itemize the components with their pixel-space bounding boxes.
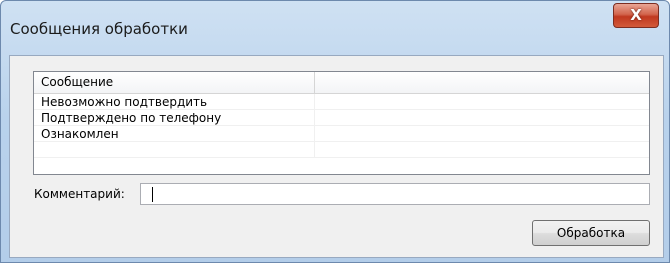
list-item[interactable]: Подтверждено по телефону: [34, 110, 649, 126]
process-button[interactable]: Обработка: [532, 220, 650, 246]
list-header: Сообщение: [34, 72, 649, 94]
column-header-message[interactable]: Сообщение: [34, 72, 315, 93]
list-rows: Невозможно подтвердить Подтверждено по т…: [34, 94, 649, 158]
list-item[interactable]: Ознакомлен: [34, 126, 649, 142]
list-item-label: Невозможно подтвердить: [34, 94, 315, 110]
comment-input[interactable]: [140, 183, 650, 205]
messages-list[interactable]: Сообщение Невозможно подтвердить Подтвер…: [33, 71, 650, 175]
text-caret: [152, 187, 153, 202]
dialog-window: Сообщения обработки X Сообщение Невозмож…: [0, 0, 670, 263]
close-icon: X: [630, 6, 642, 24]
dialog-client-area: Сообщение Невозможно подтвердить Подтвер…: [9, 55, 664, 258]
comment-label: Комментарий:: [34, 187, 125, 201]
close-button[interactable]: X: [613, 3, 659, 28]
window-title: Сообщения обработки: [10, 20, 188, 38]
list-item-label: Ознакомлен: [34, 126, 315, 142]
list-item-label: Подтверждено по телефону: [34, 110, 315, 126]
list-item[interactable]: Невозможно подтвердить: [34, 94, 649, 110]
list-item-empty: [34, 142, 649, 158]
